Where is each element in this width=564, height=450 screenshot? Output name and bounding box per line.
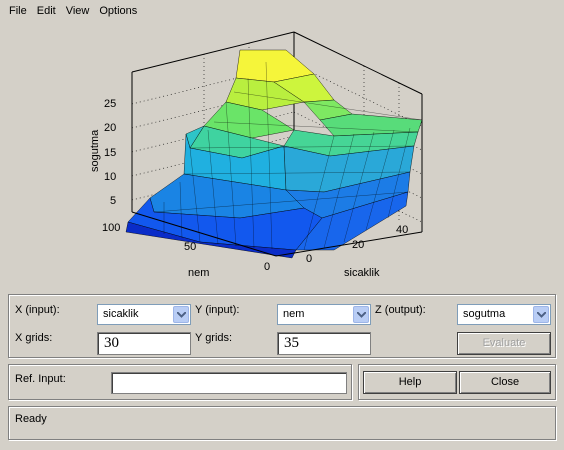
y-input-select[interactable]: nem	[277, 304, 371, 325]
z-tick: 25	[104, 98, 116, 110]
z-tick: 5	[110, 195, 116, 207]
ref-input-label: Ref. Input:	[15, 373, 66, 385]
x-input-select[interactable]: sicaklik	[97, 304, 191, 325]
x-tick: 40	[396, 224, 408, 236]
status-panel: Ready	[8, 406, 556, 440]
x-grids-field[interactable]: 30	[97, 332, 191, 355]
z-axis-label: sogutma	[89, 129, 101, 172]
menu-view[interactable]: View	[61, 0, 95, 22]
button-panel: Help Close	[358, 364, 556, 400]
x-input-value: sicaklik	[103, 308, 139, 320]
axis-controls-panel: X (input): sicaklik Y (input): nem Z (ou…	[8, 294, 556, 358]
z-tick: 15	[104, 147, 116, 159]
ref-input-field[interactable]	[111, 372, 347, 394]
surface-plot[interactable]: 5 10 15 20 25 100 50 0 0 20 40 nem sicak…	[4, 22, 560, 290]
surface-mesh	[125, 49, 423, 259]
menu-bar: File Edit View Options	[0, 0, 564, 22]
status-text: Ready	[15, 413, 47, 425]
y-grids-field[interactable]: 35	[277, 332, 371, 355]
menu-options[interactable]: Options	[94, 0, 142, 22]
x-axis-label: sicaklik	[344, 267, 380, 279]
y-tick: 100	[102, 222, 120, 234]
help-button[interactable]: Help	[363, 371, 457, 394]
chevron-down-icon[interactable]	[173, 306, 189, 323]
z-tick: 10	[104, 171, 116, 183]
evaluate-button[interactable]: Evaluate	[457, 332, 551, 355]
menu-file[interactable]: File	[4, 0, 32, 22]
y-input-value: nem	[283, 308, 305, 320]
y-tick: 50	[184, 241, 196, 253]
chevron-down-icon[interactable]	[353, 306, 369, 323]
z-tick: 20	[104, 122, 116, 134]
close-button[interactable]: Close	[459, 371, 551, 394]
z-output-label: Z (output):	[375, 304, 426, 316]
y-tick: 0	[264, 261, 270, 273]
y-grids-label: Y grids:	[195, 332, 233, 344]
x-input-label: X (input):	[15, 304, 60, 316]
menu-edit[interactable]: Edit	[32, 0, 61, 22]
ref-input-panel: Ref. Input:	[8, 364, 352, 400]
chevron-down-icon[interactable]	[533, 306, 549, 323]
x-grids-label: X grids:	[15, 332, 53, 344]
y-input-label: Y (input):	[195, 304, 240, 316]
z-output-select[interactable]: sogutma	[457, 304, 551, 325]
x-tick: 0	[306, 253, 312, 265]
z-output-value: sogutma	[463, 308, 506, 320]
x-tick: 20	[352, 239, 364, 251]
y-axis-label: nem	[188, 267, 209, 279]
